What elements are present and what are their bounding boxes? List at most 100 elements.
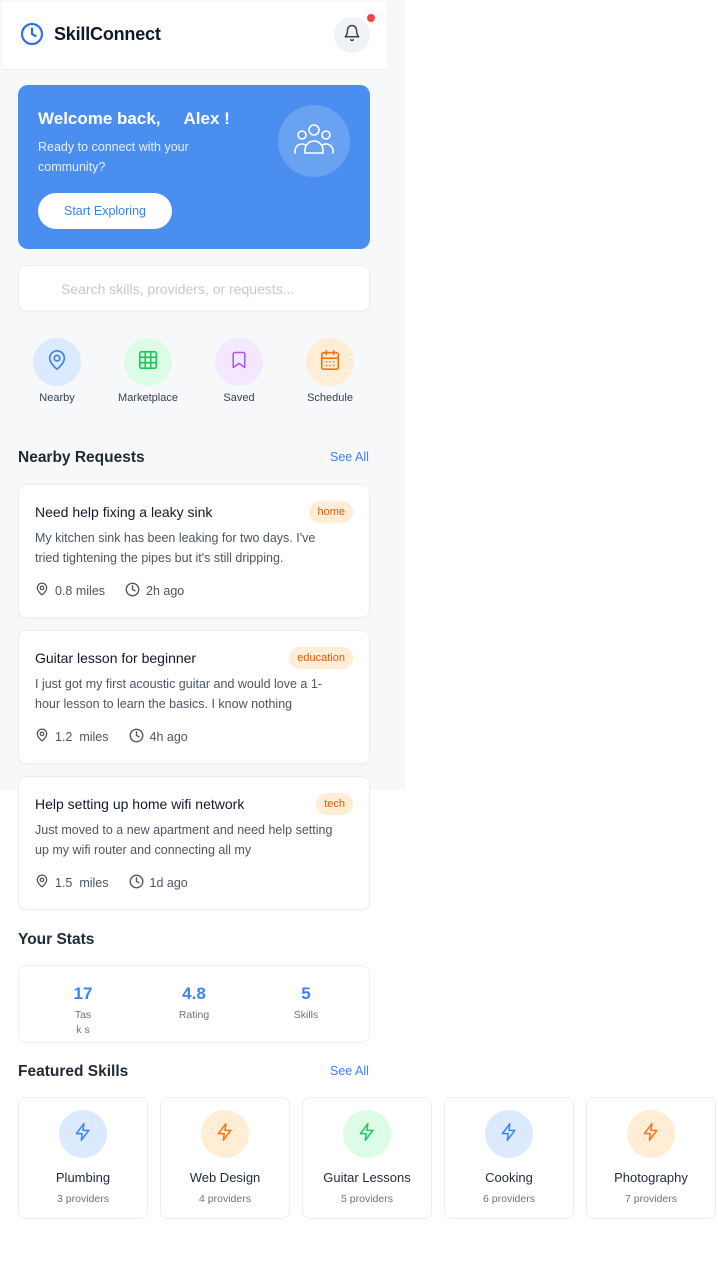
skill-card-plumbing[interactable]: Plumbing 3 providers xyxy=(18,1097,148,1219)
request-description: My kitchen sink has been leaking for two… xyxy=(35,531,316,565)
lightning-icon xyxy=(357,1122,377,1147)
time-text: 4h ago xyxy=(149,729,188,744)
map-pin-icon xyxy=(35,727,55,746)
request-distance: 1.5 miles xyxy=(35,873,109,892)
distance-text: 1.5 miles xyxy=(55,875,109,890)
request-tag: education xyxy=(289,647,353,669)
stat-value: 17 xyxy=(73,984,93,1003)
stat-rating: 4.8 Rating xyxy=(154,984,234,1023)
request-description: Just moved to a new apartment and need h… xyxy=(35,823,333,857)
stat-label: Skills xyxy=(293,1009,319,1021)
request-card[interactable]: Help setting up home wifi network tech J… xyxy=(18,776,370,910)
quick-action-schedule-circle xyxy=(306,338,354,386)
request-tag: tech xyxy=(316,793,353,815)
request-meta: 0.8 miles 2h ago xyxy=(35,581,204,600)
skill-card-cooking[interactable]: Cooking 6 providers xyxy=(444,1097,574,1219)
skill-card-web-design[interactable]: Web Design 4 providers xyxy=(160,1097,290,1219)
skill-provider-count: 6 providers xyxy=(483,1193,535,1205)
app-name: SkillConnect xyxy=(54,24,161,44)
request-distance: 0.8 miles xyxy=(35,581,105,600)
stat-value: 4.8 xyxy=(182,984,206,1003)
time-text: 2h ago xyxy=(146,583,185,598)
community-icon-badge xyxy=(278,105,350,177)
quick-action-label: Schedule xyxy=(307,392,353,404)
skill-name: Web Design xyxy=(189,1170,261,1185)
skill-provider-count: 4 providers xyxy=(199,1193,251,1205)
users-group-icon xyxy=(292,121,336,162)
skill-card-photography[interactable]: Photography 7 providers xyxy=(586,1097,716,1219)
skill-name: Guitar Lessons xyxy=(323,1170,411,1185)
skill-name: Cooking xyxy=(485,1170,533,1185)
grid-icon xyxy=(137,349,159,376)
bookmark-icon xyxy=(229,349,249,376)
skill-icon-badge xyxy=(201,1110,249,1158)
featured-see-all-link[interactable]: See All xyxy=(330,1064,369,1078)
distance-text: 1.2 miles xyxy=(55,729,109,744)
quick-action-label: Saved xyxy=(223,392,255,404)
request-title: Need help fixing a leaky sink xyxy=(35,504,213,520)
stats-card: 17 Task s 4.8 Rating 5 Skills xyxy=(18,965,370,1043)
request-meta: 1.2 miles 4h ago xyxy=(35,727,208,746)
search-input[interactable] xyxy=(59,266,353,312)
skill-name: Plumbing xyxy=(55,1170,111,1185)
notifications-button[interactable] xyxy=(334,17,370,53)
skill-name: Photography xyxy=(614,1170,688,1185)
clock-logo-icon xyxy=(20,22,44,46)
quick-action-nearby-circle xyxy=(33,338,81,386)
skill-provider-count: 3 providers xyxy=(57,1193,109,1205)
skill-icon-badge xyxy=(343,1110,391,1158)
map-pin-icon xyxy=(46,349,68,376)
lightning-icon xyxy=(215,1122,235,1147)
distance-text: 0.8 miles xyxy=(55,583,106,598)
nearby-requests-title: Nearby Requests xyxy=(18,449,145,466)
request-time: 1d ago xyxy=(129,874,188,892)
lightning-icon xyxy=(641,1122,661,1147)
bell-icon xyxy=(343,24,361,47)
request-tag: home xyxy=(309,501,353,523)
quick-action-nearby[interactable]: Nearby xyxy=(17,338,97,404)
lightning-icon xyxy=(499,1122,519,1147)
lightning-icon xyxy=(73,1122,93,1147)
start-exploring-button[interactable]: Start Exploring xyxy=(38,193,172,229)
welcome-subtitle: Ready to connect with your community? xyxy=(38,140,189,174)
request-title: Guitar lesson for beginner xyxy=(35,650,197,666)
request-description: I just got my first acoustic guitar and … xyxy=(35,677,322,711)
quick-action-saved[interactable]: Saved xyxy=(199,338,279,404)
quick-action-label: Marketplace xyxy=(118,392,178,404)
welcome-banner: Welcome back, Alex ! Ready to connect wi… xyxy=(18,85,370,249)
request-distance: 1.2 miles xyxy=(35,727,109,746)
quick-action-saved-circle xyxy=(215,338,263,386)
welcome-title: Welcome back, Alex ! xyxy=(38,109,230,128)
clock-icon xyxy=(129,874,150,892)
time-text: 1d ago xyxy=(149,875,188,890)
map-pin-icon xyxy=(35,581,55,600)
nearby-see-all-link[interactable]: See All xyxy=(330,450,369,464)
skill-icon-badge xyxy=(59,1110,107,1158)
quick-action-schedule[interactable]: Schedule xyxy=(290,338,370,404)
skill-card-guitar-lessons[interactable]: Guitar Lessons 5 providers xyxy=(302,1097,432,1219)
quick-action-label: Nearby xyxy=(39,392,75,404)
search-bar xyxy=(18,265,370,312)
request-card[interactable]: Need help fixing a leaky sink home My ki… xyxy=(18,484,370,618)
stat-tasks: 17 Task s xyxy=(43,984,123,1038)
stat-skills: 5 Skills xyxy=(266,984,346,1023)
skill-provider-count: 5 providers xyxy=(341,1193,393,1205)
app-header: SkillConnect xyxy=(2,2,386,70)
request-title: Help setting up home wifi network xyxy=(35,796,245,812)
quick-action-marketplace[interactable]: Marketplace xyxy=(108,338,188,404)
calendar-icon xyxy=(319,349,341,376)
map-pin-icon xyxy=(35,873,55,892)
clock-icon xyxy=(129,728,150,746)
skill-provider-count: 7 providers xyxy=(625,1193,677,1205)
featured-skills-title: Featured Skills xyxy=(18,1063,129,1080)
clock-icon xyxy=(125,582,146,600)
your-stats-title: Your Stats xyxy=(18,931,95,948)
stat-label: Task s xyxy=(74,1009,92,1036)
stat-value: 5 xyxy=(301,984,311,1003)
skill-icon-badge xyxy=(485,1110,533,1158)
notification-dot xyxy=(367,14,375,22)
request-card[interactable]: Guitar lesson for beginner education I j… xyxy=(18,630,370,764)
request-time: 4h ago xyxy=(129,728,188,746)
quick-action-marketplace-circle xyxy=(124,338,172,386)
request-time: 2h ago xyxy=(125,582,184,600)
